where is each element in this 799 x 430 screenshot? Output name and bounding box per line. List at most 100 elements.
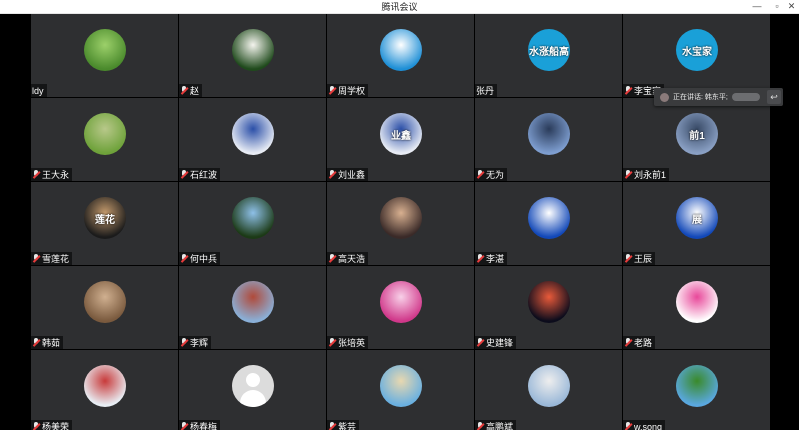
participant-name: 雪莲花 — [42, 253, 70, 264]
participant-name: 刘永前1 — [634, 169, 667, 180]
white-flower-avatar — [232, 29, 274, 71]
statue-sky-avatar — [528, 113, 570, 155]
name-plate: 张丹 — [475, 84, 498, 97]
name-plate: 周学权 — [327, 84, 369, 97]
mic-muted-icon — [32, 338, 40, 347]
participant-tile[interactable]: 杨春梅 — [179, 350, 326, 430]
participant-tile[interactable]: 高天浩 — [327, 182, 474, 265]
participant-tile[interactable]: 史建锋 — [475, 266, 622, 349]
plumeria-text-avatar: 展 — [676, 197, 718, 239]
name-plate: 李辉 — [179, 336, 212, 349]
participant-tile[interactable]: 李湛 — [475, 182, 622, 265]
mic-muted-icon — [180, 422, 188, 430]
mic-muted-icon — [624, 86, 632, 95]
mic-muted-icon — [624, 338, 632, 347]
title-bar: 腾讯会议 — ▫ ✕ — [0, 0, 799, 14]
participant-name: 刘业鑫 — [338, 169, 366, 180]
cat-avatar — [84, 281, 126, 323]
person-text-avatar: 莲花 — [84, 197, 126, 239]
participant-name: 何中兵 — [190, 253, 218, 264]
participant-grid: ldy 赵周学权 水涨船高 张丹 水宝家 李宝家 王大永 石红波 业鑫 刘业鑫 无为 前1 刘永前1 莲花… — [31, 14, 770, 430]
mic-muted-icon — [476, 170, 484, 179]
name-plate: 韩茹 — [31, 336, 64, 349]
mic-muted-icon — [180, 170, 188, 179]
blue-text-avatar: 水涨船高 — [528, 29, 570, 71]
close-icon[interactable]: ✕ — [784, 0, 799, 14]
avatar-text: 莲花 — [95, 214, 115, 226]
participant-name: 李湛 — [486, 253, 505, 264]
participant-tile[interactable]: 莲花雪莲花 — [31, 182, 178, 265]
avatar-text: 业鑫 — [391, 130, 411, 142]
mic-muted-icon — [328, 170, 336, 179]
speaking-label: 正在讲话: 韩东平; — [673, 94, 728, 101]
participant-name: 紫芸 — [338, 421, 357, 430]
name-plate: 王大永 — [31, 168, 73, 181]
participant-tile[interactable]: 水宝家 李宝家 — [623, 14, 770, 97]
participant-tile[interactable]: 无为 — [475, 98, 622, 181]
participant-tile[interactable]: ldy — [31, 14, 178, 97]
mic-muted-icon — [328, 422, 336, 430]
participant-name: 杨春梅 — [190, 421, 218, 430]
participant-tile[interactable]: 张培英 — [327, 266, 474, 349]
name-plate: 石红波 — [179, 168, 221, 181]
participant-name: 高鹏斌 — [486, 421, 514, 430]
participant-tile[interactable]: 周学权 — [327, 14, 474, 97]
mic-muted-icon — [180, 254, 188, 263]
mic-muted-icon — [624, 422, 632, 430]
participant-tile[interactable]: 前1 刘永前1 — [623, 98, 770, 181]
participant-tile[interactable]: 业鑫刘业鑫 — [327, 98, 474, 181]
mic-muted-icon — [328, 86, 336, 95]
tree-field-avatar — [676, 365, 718, 407]
participant-tile[interactable]: 石红波 — [179, 98, 326, 181]
name-plate: 李湛 — [475, 252, 508, 265]
minimize-icon[interactable]: — — [746, 0, 768, 14]
window-title: 腾讯会议 — [381, 2, 418, 12]
participant-tile[interactable]: 李辉 — [179, 266, 326, 349]
participant-tile[interactable]: 韩茹 — [31, 266, 178, 349]
participant-tile[interactable]: 王大永 — [31, 98, 178, 181]
name-plate: 老路 — [623, 336, 656, 349]
participant-tile[interactable]: w.song — [623, 350, 770, 430]
porcelain-avatar — [232, 113, 274, 155]
name-plate: 紫芸 — [327, 420, 360, 430]
participant-tile[interactable]: 紫芸 — [327, 350, 474, 430]
speaking-indicator[interactable]: 正在讲话: 韩东平; ↩ — [654, 88, 783, 106]
participant-name: ldy — [32, 85, 44, 96]
participant-name: 老路 — [634, 337, 653, 348]
participant-tile[interactable]: 杨美荣 — [31, 350, 178, 430]
mic-muted-icon — [476, 338, 484, 347]
participant-name: 王辰 — [634, 253, 653, 264]
mic-muted-icon — [32, 422, 40, 430]
participant-tile[interactable]: 水涨船高张丹 — [475, 14, 622, 97]
participant-tile[interactable]: 赵 — [179, 14, 326, 97]
night-building-avatar — [528, 281, 570, 323]
participant-name: 周学权 — [338, 85, 366, 96]
mic-muted-icon — [476, 422, 484, 430]
name-plate: w.song — [623, 420, 666, 430]
orchid-avatar — [380, 281, 422, 323]
bird-avatar — [84, 113, 126, 155]
participant-tile[interactable]: 展王辰 — [623, 182, 770, 265]
name-plate: 王辰 — [623, 252, 656, 265]
return-icon[interactable]: ↩ — [767, 90, 781, 104]
mic-muted-icon — [32, 254, 40, 263]
mic-muted-icon — [180, 338, 188, 347]
mic-muted-icon — [32, 170, 40, 179]
mic-muted-icon — [180, 86, 188, 95]
name-plate: 刘永前1 — [623, 168, 670, 181]
tower-avatar — [528, 365, 570, 407]
participant-name: 杨美荣 — [42, 421, 70, 430]
participant-name: 李辉 — [190, 337, 209, 348]
participant-name: 史建锋 — [486, 337, 514, 348]
participant-tile[interactable]: 何中兵 — [179, 182, 326, 265]
participant-tile[interactable]: 老路 — [623, 266, 770, 349]
name-plate: 刘业鑫 — [327, 168, 369, 181]
participant-tile[interactable]: 高鹏斌 — [475, 350, 622, 430]
castle-avatar — [232, 281, 274, 323]
avatar-text: 水宝家 — [682, 46, 712, 58]
doraemon-avatar — [380, 29, 422, 71]
speaker-blurred-name — [731, 93, 760, 101]
name-plate: 雪莲花 — [31, 252, 73, 265]
mic-muted-icon — [328, 338, 336, 347]
name-plate: ldy — [31, 84, 47, 97]
